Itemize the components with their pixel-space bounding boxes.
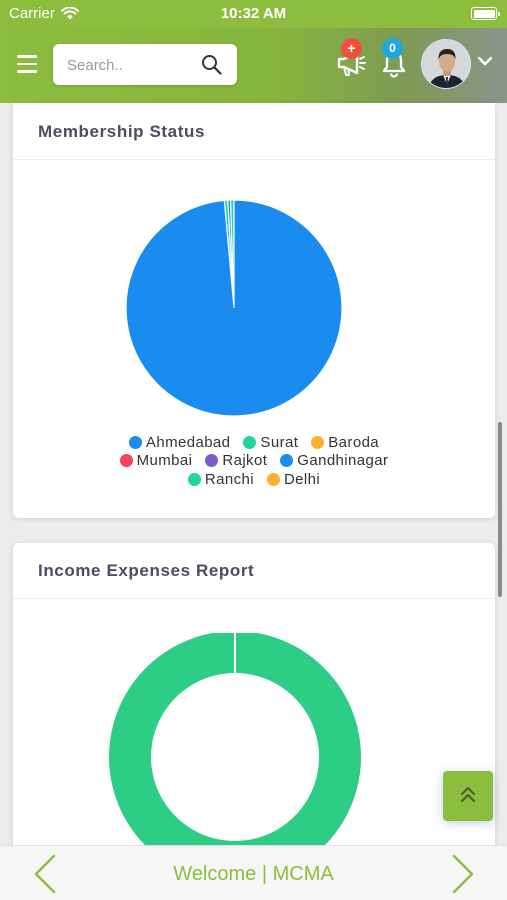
legend-row: Ahmedabad Surat Baroda [13, 433, 495, 452]
user-photo-icon [422, 40, 470, 88]
membership-pie-chart [125, 199, 343, 417]
chart-legend: Ahmedabad Surat Baroda Mumbai Rajkot Gandhina… [13, 433, 495, 489]
legend-row: Mumbai Rajkot Gandhinagar [13, 452, 495, 471]
search-icon[interactable] [201, 54, 222, 75]
legend-swatch [119, 454, 133, 468]
legend-swatch [205, 454, 219, 468]
legend-label: Surat [260, 433, 299, 451]
legend-item-ahmedabad[interactable]: Ahmedabad [128, 433, 231, 451]
status-bar: Carrier 10:32 AM [0, 0, 507, 28]
pie-slice-ahmedabad[interactable] [125, 199, 343, 417]
legend-item-delhi[interactable]: Delhi [266, 470, 321, 488]
legend-label: Ahmedabad [145, 433, 231, 451]
legend-label: Baroda [328, 433, 380, 451]
income-expenses-donut-chart [109, 633, 361, 863]
legend-swatch [128, 435, 142, 449]
legend-swatch [266, 472, 280, 486]
avatar[interactable] [421, 39, 471, 89]
legend-label: Gandhinagar [297, 452, 389, 470]
double-chevron-up-icon [461, 787, 475, 802]
legend-item-surat[interactable]: Surat [243, 434, 298, 451]
income-expenses-card: Income Expenses Report [13, 543, 495, 863]
legend-label: Mumbai [136, 452, 193, 470]
legend-swatch [311, 435, 325, 449]
card-title: Membership Status [38, 122, 206, 141]
card-divider [13, 598, 495, 599]
scroll-to-top-button[interactable] [443, 771, 493, 821]
legend-item-ranchi[interactable]: Ranchi [187, 470, 254, 488]
chevron-down-icon[interactable] [476, 54, 494, 68]
legend-item-gandhinagar[interactable]: Gandhinagar [280, 452, 388, 469]
card-divider [13, 159, 495, 160]
clock: 10:32 AM [220, 5, 287, 22]
legend-item-rajkot[interactable]: Rajkot [205, 452, 267, 469]
search-box [53, 44, 237, 85]
legend-label: Delhi [283, 470, 321, 488]
app-header: + 0 [0, 28, 507, 103]
bottom-bar: Welcome | MCMA [0, 845, 507, 900]
welcome-text: Welcome | MCMA [173, 863, 334, 885]
notification-count-badge[interactable]: 0 [382, 38, 403, 59]
legend-row: Ranchi Delhi [13, 470, 495, 489]
new-announcement-badge[interactable]: + [341, 38, 362, 59]
membership-status-card: Membership Status Ahmedabad Surat Baroda Mu… [13, 103, 495, 518]
legend-swatch [280, 454, 294, 468]
search-input[interactable] [67, 54, 197, 76]
chevron-right-icon[interactable] [450, 853, 476, 895]
legend-label: Rajkot [222, 452, 268, 470]
menu-icon[interactable] [17, 55, 37, 73]
battery-icon [471, 7, 500, 20]
legend-swatch [187, 472, 201, 486]
legend-item-baroda[interactable]: Baroda [311, 434, 379, 451]
card-title: Income Expenses Report [38, 561, 255, 580]
legend-swatch [243, 435, 257, 449]
legend-label: Ranchi [204, 470, 254, 488]
legend-item-mumbai[interactable]: Mumbai [119, 452, 193, 470]
scrollbar[interactable] [498, 422, 502, 597]
